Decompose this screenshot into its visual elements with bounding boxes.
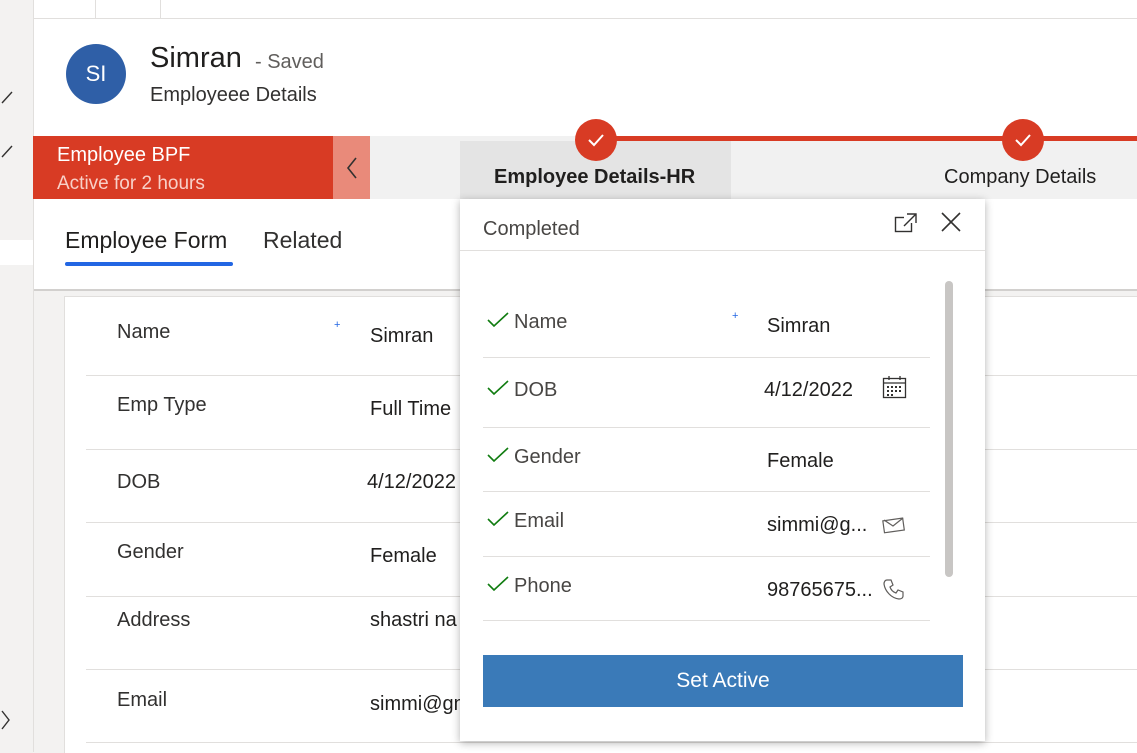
- checkmark-icon: [487, 511, 509, 527]
- email-icon[interactable]: [882, 516, 906, 539]
- field-label-gender: Gender: [117, 541, 184, 563]
- calendar-icon[interactable]: [882, 375, 908, 404]
- checkmark-icon: [487, 380, 509, 396]
- field-label-name: Name: [117, 321, 171, 343]
- required-indicator: +: [334, 319, 341, 331]
- field-divider: [86, 742, 1137, 743]
- command-bar-separator: [95, 0, 96, 18]
- command-bar-separator: [160, 0, 161, 18]
- checkmark-icon: [487, 312, 509, 328]
- checkmark-icon: [588, 134, 604, 147]
- flyout-field-value-phone[interactable]: 98765675...: [767, 579, 873, 602]
- flyout-field-value-email[interactable]: simmi@g...: [767, 514, 867, 537]
- field-value-name[interactable]: Simran: [370, 325, 460, 348]
- field-value-emp-type[interactable]: Full Time: [370, 398, 460, 421]
- field-label-address: Address: [117, 609, 191, 631]
- checkmark-icon: [487, 447, 509, 463]
- flyout-field-divider: [483, 427, 930, 428]
- flyout-field-label-phone: Phone: [514, 575, 572, 597]
- flyout-title: Completed: [483, 218, 580, 240]
- flyout-field-divider: [483, 491, 930, 492]
- bpf-stage-1-label[interactable]: Employee Details-HR: [494, 166, 695, 189]
- chevron-left-icon: [346, 157, 357, 178]
- nav-pencil-icon[interactable]: [0, 86, 14, 106]
- nav-pencil-icon-2[interactable]: [0, 140, 14, 160]
- flyout-field-divider: [483, 357, 930, 358]
- phone-icon[interactable]: [882, 578, 906, 605]
- flyout-field-divider: [483, 556, 930, 557]
- field-value-dob[interactable]: 4/12/2022: [367, 471, 457, 494]
- command-bar: [34, 0, 1137, 19]
- bpf-process-flyer[interactable]: Employee BPF Active for 2 hours: [33, 136, 333, 199]
- bpf-active-duration: Active for 2 hours: [57, 173, 205, 194]
- bpf-collapse-button[interactable]: [333, 136, 370, 199]
- checkmark-icon: [1015, 134, 1031, 147]
- bpf-stage-2-label[interactable]: Company Details: [944, 166, 1096, 189]
- record-header: [34, 19, 1137, 136]
- flyout-scrollbar[interactable]: [945, 281, 953, 577]
- field-value-email[interactable]: simmi@gm: [370, 693, 460, 716]
- bpf-stage-flyout: Completed Name + Simran DOB 4/12/2022 Ge…: [460, 199, 985, 741]
- left-nav-selected-item[interactable]: [0, 240, 33, 265]
- flyout-field-label-dob: DOB: [514, 379, 558, 401]
- avatar-initials: SI: [85, 61, 107, 86]
- flyout-field-label-gender: Gender: [514, 446, 581, 468]
- tab-selected-indicator: [65, 262, 233, 266]
- bpf-stage-1-completed[interactable]: [575, 119, 617, 161]
- flyout-header-divider: [460, 250, 985, 251]
- tab-related[interactable]: Related: [263, 227, 342, 254]
- field-label-email: Email: [117, 689, 168, 711]
- field-value-address[interactable]: shastri na: [370, 609, 460, 632]
- save-status: - Saved: [255, 51, 324, 73]
- field-value-gender[interactable]: Female: [370, 545, 460, 568]
- set-active-button[interactable]: Set Active: [483, 655, 963, 707]
- field-label-dob: DOB: [117, 471, 161, 493]
- checkmark-icon: [487, 576, 509, 592]
- flyout-field-value-name[interactable]: Simran: [767, 315, 830, 338]
- bpf-process-name: Employee BPF: [57, 144, 191, 166]
- flyout-field-value-gender[interactable]: Female: [767, 450, 834, 473]
- flyout-field-label-email: Email: [514, 510, 565, 532]
- form-selector[interactable]: Employeee Details: [150, 84, 317, 107]
- left-nav: [0, 0, 33, 752]
- close-icon[interactable]: [940, 211, 962, 238]
- flyout-field-divider: [483, 620, 930, 621]
- flyout-field-value-dob[interactable]: 4/12/2022: [764, 379, 853, 402]
- flyout-field-label-name: Name: [514, 311, 568, 333]
- required-indicator: +: [732, 310, 739, 322]
- bpf-stage-2-completed[interactable]: [1002, 119, 1044, 161]
- tab-employee-form[interactable]: Employee Form: [65, 227, 227, 254]
- record-title: Simran: [150, 42, 242, 74]
- avatar: SI: [66, 44, 126, 104]
- popout-icon[interactable]: [894, 212, 918, 239]
- field-label-emp-type: Emp Type: [117, 394, 207, 416]
- nav-expand-icon[interactable]: [0, 708, 14, 732]
